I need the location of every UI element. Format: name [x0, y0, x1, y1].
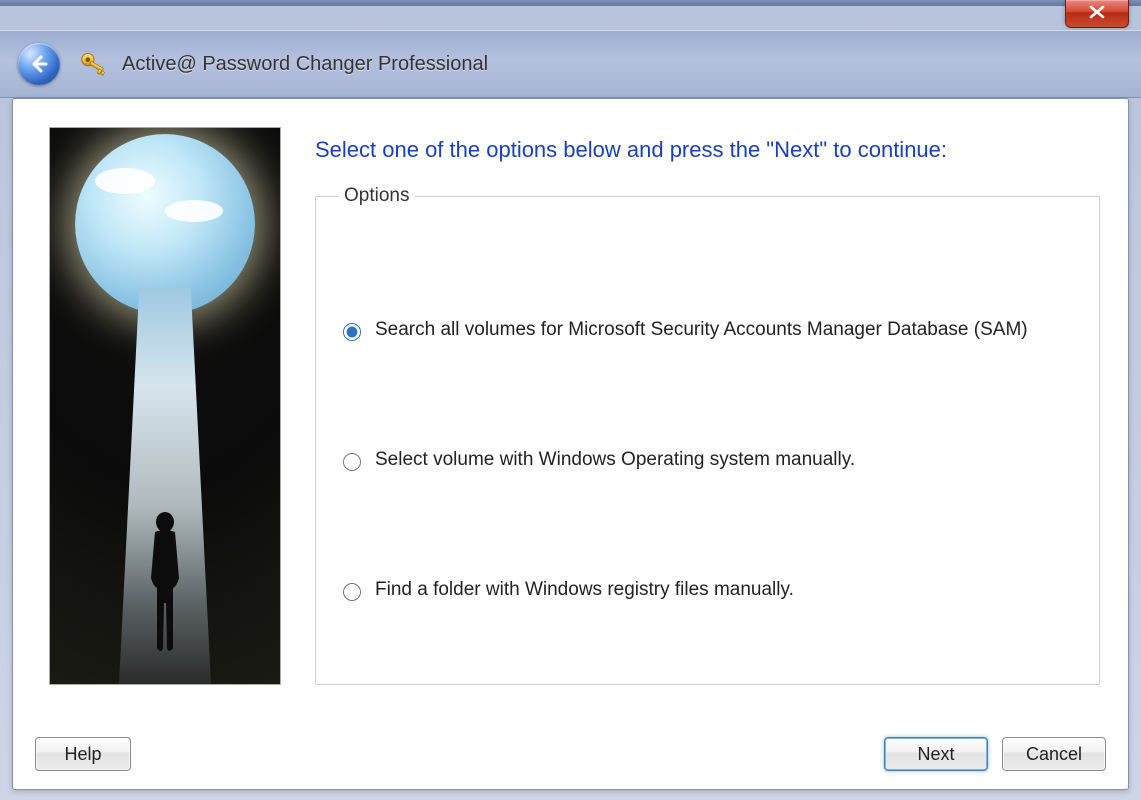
options-group: Options Search all volumes for Microsoft… — [315, 185, 1100, 685]
option-select-volume-label: Select volume with Windows Operating sys… — [375, 449, 855, 471]
option-find-folder-radio[interactable] — [343, 583, 361, 601]
close-icon — [1088, 5, 1106, 19]
wizard-header: Active@ Password Changer Professional — [0, 30, 1141, 98]
option-find-folder-label: Find a folder with Windows registry file… — [375, 579, 794, 601]
back-button[interactable] — [18, 43, 60, 85]
cancel-button[interactable]: Cancel — [1002, 737, 1106, 771]
wizard-panel: Select one of the options below and pres… — [12, 98, 1129, 790]
app-title: Active@ Password Changer Professional — [122, 53, 488, 76]
instruction-text: Select one of the options below and pres… — [315, 137, 1100, 163]
next-button[interactable]: Next — [884, 737, 988, 771]
window-close-button[interactable] — [1065, 0, 1129, 28]
titlebar-accent — [0, 0, 1141, 6]
help-button[interactable]: Help — [35, 737, 131, 771]
options-legend: Options — [338, 185, 415, 207]
option-search-all-radio[interactable] — [343, 323, 361, 341]
option-find-folder[interactable]: Find a folder with Windows registry file… — [338, 579, 1077, 601]
option-search-all-label: Search all volumes for Microsoft Securit… — [375, 319, 1028, 341]
back-arrow-icon — [28, 53, 50, 75]
wizard-side-image — [49, 127, 281, 685]
wizard-button-row: Help Next Cancel — [35, 737, 1106, 771]
silhouette-icon — [135, 508, 195, 658]
option-select-volume-radio[interactable] — [343, 453, 361, 471]
key-icon — [80, 50, 108, 78]
option-select-volume[interactable]: Select volume with Windows Operating sys… — [338, 449, 1077, 471]
option-search-all[interactable]: Search all volumes for Microsoft Securit… — [338, 319, 1077, 341]
